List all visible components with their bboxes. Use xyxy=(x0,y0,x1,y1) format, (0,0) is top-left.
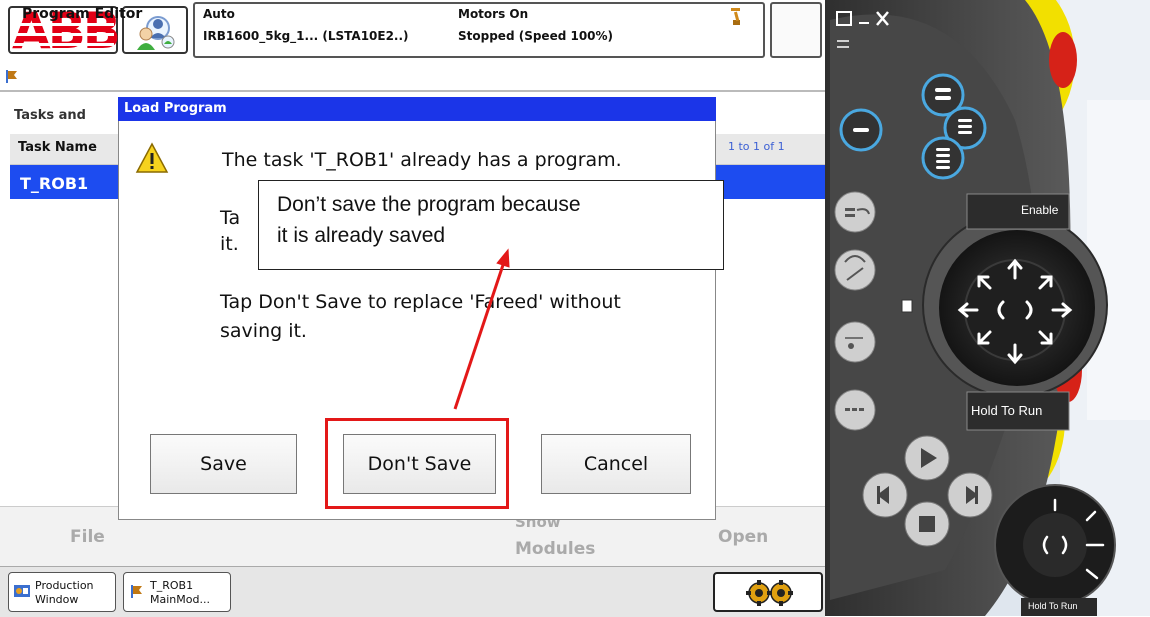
callout-line2: it is already saved xyxy=(277,224,446,247)
enable-label: Enable xyxy=(1021,203,1059,217)
tasks-section-label: Tasks and xyxy=(14,108,86,123)
operating-mode: Auto xyxy=(203,7,235,21)
quickset-menu-button[interactable] xyxy=(713,572,823,612)
production-window-button[interactable]: Production Window xyxy=(8,572,116,612)
warning-icon xyxy=(135,142,169,173)
dialog-title: Load Program xyxy=(124,101,227,116)
task-name-column-header: Task Name xyxy=(18,140,97,155)
hold-to-run-label: Hold To Run xyxy=(971,403,1043,418)
quickset-button[interactable] xyxy=(770,2,822,58)
run-state: Stopped (Speed 100%) xyxy=(458,29,614,43)
program-editor-icon xyxy=(131,585,142,598)
taskbar-module-label: MainMod... xyxy=(150,593,210,606)
motors-state: Motors On xyxy=(458,7,529,21)
annotation-highlight-box xyxy=(325,418,509,509)
taskbar-task-label: T_ROB1 xyxy=(150,579,194,592)
gears-icon xyxy=(746,580,793,606)
callout-line1: Don’t save the program because xyxy=(277,193,581,216)
cancel-button[interactable]: Cancel xyxy=(541,434,691,494)
dialog-message-line2b: it. xyxy=(220,233,239,255)
hold-to-run-small-label: Hold To Run xyxy=(1028,601,1078,611)
robot-arm-icon xyxy=(731,8,740,25)
dialog-message-line3: Tap Don't Save to replace 'Fareed' witho… xyxy=(220,291,621,313)
dialog-message-line4: saving it. xyxy=(220,320,307,342)
production-window-label-2: Window xyxy=(35,593,79,606)
production-window-icon xyxy=(14,585,30,597)
file-menu[interactable]: File xyxy=(70,527,105,547)
app-title: Program Editor xyxy=(22,6,143,22)
taskbar-program-editor-button[interactable]: T_ROB1 MainMod... xyxy=(123,572,231,612)
open-button[interactable]: Open xyxy=(718,527,768,547)
app-header xyxy=(0,62,825,92)
save-button[interactable]: Save xyxy=(150,434,297,494)
robot-controller-name: IRB1600_5kg_1... (LSTA10E2..) xyxy=(203,29,409,43)
dialog-message-line1: The task 'T_ROB1' already has a program. xyxy=(222,149,622,171)
annotation-callout: Don’t save the program because it is alr… xyxy=(258,180,724,270)
table-pager: 1 to 1 of 1 xyxy=(728,140,785,153)
show-modules-button[interactable]: Modules xyxy=(515,539,595,559)
flexpendant-hardware: Enable Hold To Run Hold To Run xyxy=(825,0,1150,616)
program-editor-icon xyxy=(6,70,17,83)
production-window-label: Production xyxy=(35,579,94,592)
task-name-cell: T_ROB1 xyxy=(20,174,89,193)
status-display[interactable]: Auto IRB1600_5kg_1... (LSTA10E2..) Motor… xyxy=(193,2,765,58)
flexpendant-body xyxy=(825,0,1150,616)
dialog-message-line2a: Ta xyxy=(220,207,241,229)
